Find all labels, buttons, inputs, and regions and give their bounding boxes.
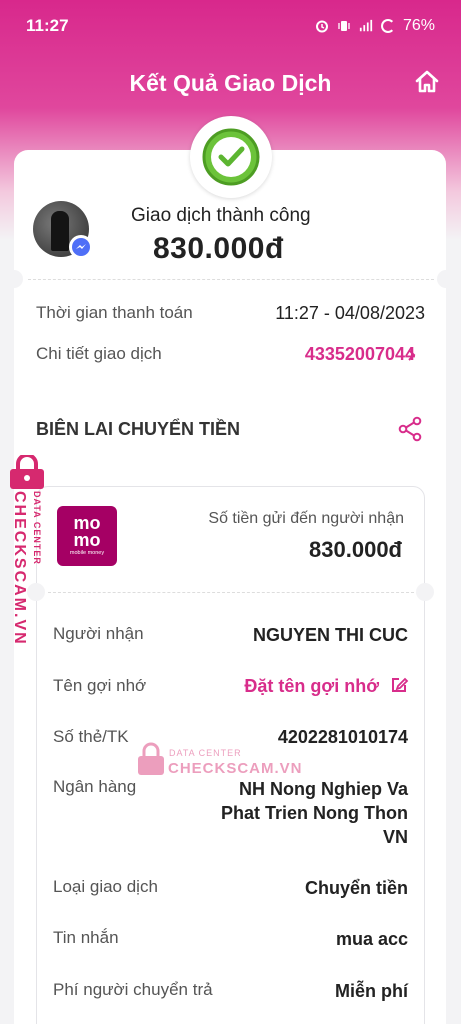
receipt-row-label: Người nhận (53, 624, 144, 643)
watermark-big-text: CHECKSCAM.VN (168, 760, 303, 777)
page-title: Kết Quả Giao Dịch (129, 69, 332, 96)
receipt-divider (48, 592, 414, 593)
chevron-right-icon[interactable] (406, 348, 418, 362)
receipt-row-label: Phí người chuyển trả (53, 980, 213, 999)
payment-time-value: 11:27 - 04/08/2023 (275, 303, 425, 323)
battery-icon (380, 19, 395, 33)
card-notch-right (437, 270, 455, 288)
signal-icon (359, 19, 373, 32)
success-badge (190, 116, 272, 198)
avatar-photo (51, 211, 69, 251)
edit-icon[interactable] (389, 675, 409, 695)
account-number: 4202281010174 (277, 727, 408, 747)
bank-name-line: VN (382, 827, 408, 847)
vibrate-icon (338, 21, 350, 31)
lock-icon (138, 742, 164, 775)
receipt-notch-right (416, 583, 434, 601)
momo-logo: mo mo mobile money (57, 506, 117, 566)
status-text: Giao dịch thành công (131, 205, 311, 226)
receipt-row-label: Ngân hàng (53, 777, 137, 796)
message-value: mua acc (335, 929, 408, 949)
set-nickname-link[interactable]: Đặt tên gợi nhớ (244, 676, 379, 697)
watermark-center: DATA CENTER CHECKSCAM.VN (137, 742, 302, 782)
receipt-heading: BIÊN LAI CHUYỂN TIỀN (36, 419, 241, 439)
bank-name: NH Nong Nghiep Va Phat Trien Nong Thon V… (221, 777, 408, 849)
messenger-icon (69, 235, 93, 259)
receiver-amount-value: 830.000đ (309, 537, 402, 562)
check-icon (202, 128, 260, 186)
status-icons: 76% (315, 17, 435, 35)
alarm-icon (315, 20, 328, 33)
fee-value: Miễn phí (335, 981, 408, 1001)
transaction-amount: 830.000đ (153, 232, 284, 265)
receipt-row-label: Loại giao dịch (53, 877, 158, 896)
lock-icon (10, 455, 44, 489)
divider (28, 279, 434, 280)
status-bar: 11:27 76% (0, 0, 461, 52)
transaction-detail-label: Chi tiết giao dịch (36, 344, 162, 363)
status-time: 11:27 (26, 16, 69, 35)
watermark-side: DATA CENTER CHECKSCAM.VN (2, 455, 46, 655)
receiver-amount-label: Số tiền gửi đến người nhận (208, 510, 404, 527)
receipt-row-label: Tin nhắn (53, 928, 119, 947)
home-icon[interactable] (413, 68, 441, 96)
receiver-name: NGUYEN THI CUC (252, 625, 408, 645)
avatar (33, 201, 93, 259)
logo-text-bottom: mo (73, 530, 101, 550)
card-notch-left (5, 270, 23, 288)
share-icon[interactable] (397, 416, 423, 442)
payment-time-label: Thời gian thanh toán (36, 303, 193, 322)
receipt-row-label: Số thẻ/TK (53, 727, 129, 746)
watermark-small-text: DATA CENTER (32, 491, 42, 565)
logo-subtext: mobile money (69, 550, 105, 556)
transaction-id-link[interactable]: 43352007044 (305, 344, 415, 365)
watermark-small-text: DATA CENTER (169, 748, 242, 758)
app-header: Kết Quả Giao Dịch (0, 60, 461, 106)
transaction-type: Chuyển tiền (304, 878, 408, 898)
watermark-big-text: CHECKSCAM.VN (11, 491, 28, 646)
battery-percent: 76% (402, 17, 435, 34)
receipt-row-label: Tên gợi nhớ (53, 676, 147, 695)
bank-name-line: Phat Trien Nong Thon (221, 803, 408, 823)
